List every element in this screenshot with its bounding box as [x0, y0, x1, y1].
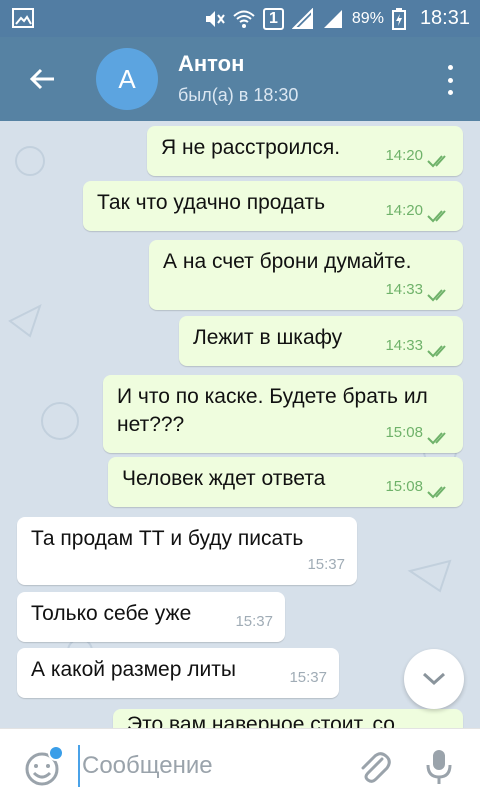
sim-badge: 1 [263, 7, 284, 30]
message-bubble-incoming[interactable]: Только себе уже 15:37 [17, 592, 285, 642]
chevron-down-icon [422, 672, 446, 686]
double-check-icon [427, 289, 446, 302]
message-text: Так что удачно продать [97, 191, 326, 214]
message-list[interactable]: Я не расстроился. 14:20 Так что удачно п… [0, 121, 480, 728]
message-composer [0, 728, 480, 800]
message-text: Только себе уже [31, 602, 192, 625]
message-text: Лежит в шкафу [193, 326, 343, 349]
chat-header: А Антон был(а) в 18:30 [0, 37, 480, 121]
status-bar: 1 89% 18:31 [0, 0, 480, 37]
message-text: Человек ждет ответа [122, 467, 326, 490]
mute-icon [206, 10, 225, 27]
battery-charging-icon [391, 7, 406, 30]
message-time: 15:37 [307, 556, 345, 573]
message-bubble-outgoing[interactable]: Так что удачно продать 14:20 [83, 181, 463, 231]
message-time: 14:33 [385, 281, 423, 298]
clock: 18:31 [419, 7, 470, 29]
emoji-badge [48, 745, 64, 761]
message-text: А на счет брони думайте. [163, 250, 412, 273]
signal-2-icon [323, 9, 342, 28]
battery-percent: 89% [351, 9, 384, 27]
double-check-icon [427, 210, 446, 223]
message-bubble-incoming[interactable]: А какой размер литы 15:37 [17, 648, 339, 698]
message-time: 15:08 [385, 424, 423, 441]
more-vert-icon[interactable] [442, 65, 458, 95]
message-bubble-outgoing[interactable]: Человек ждет ответа 15:08 [108, 457, 463, 507]
contact-name[interactable]: Антон [178, 51, 244, 77]
double-check-icon [427, 432, 446, 445]
message-bubble-incoming[interactable]: Та продам ТТ и буду писать 15:37 [17, 517, 357, 585]
message-time: 14:33 [385, 337, 423, 354]
message-text: А какой размер литы [31, 658, 236, 681]
double-check-icon [427, 155, 446, 168]
last-seen-status: был(а) в 18:30 [178, 85, 299, 105]
message-bubble-outgoing[interactable]: И что по каске. Будете брать ил нет??? 1… [103, 375, 463, 453]
message-time: 15:37 [289, 669, 327, 686]
wifi-icon [233, 10, 255, 28]
message-input[interactable] [78, 745, 344, 787]
message-time: 14:20 [385, 147, 423, 164]
message-bubble-outgoing[interactable]: Это вам наверное стоит, со [113, 709, 463, 728]
gallery-notification-icon [12, 8, 34, 28]
message-time: 15:37 [235, 613, 273, 630]
back-button[interactable] [22, 61, 62, 97]
double-check-icon [427, 486, 446, 499]
message-text: Это вам наверное стоит, со [127, 713, 395, 728]
message-bubble-outgoing[interactable]: Я не расстроился. 14:20 [147, 126, 463, 176]
message-bubble-outgoing[interactable]: А на счет брони думайте. 14:33 [149, 240, 463, 310]
scroll-to-bottom-button[interactable] [404, 649, 464, 709]
microphone-icon[interactable] [424, 747, 454, 787]
double-check-icon [427, 345, 446, 358]
message-time: 15:08 [385, 478, 423, 495]
avatar[interactable]: А [96, 48, 158, 110]
message-text: И что по каске. Будете брать ил нет??? [117, 385, 428, 436]
message-bubble-outgoing[interactable]: Лежит в шкафу 14:33 [179, 316, 463, 366]
paperclip-icon[interactable] [356, 747, 392, 785]
message-text: Та продам ТТ и буду писать [31, 527, 304, 550]
message-text: Я не расстроился. [161, 136, 341, 159]
back-arrow-icon [29, 68, 54, 90]
message-time: 14:20 [385, 202, 423, 219]
signal-1-icon [291, 7, 313, 29]
